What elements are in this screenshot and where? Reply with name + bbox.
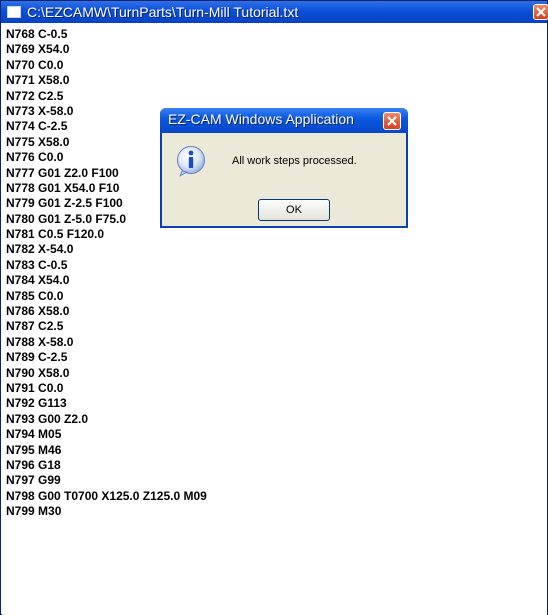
code-line: N794 M05: [6, 427, 62, 442]
code-line: N789 C-2.5: [6, 350, 68, 365]
code-line: N787 C2.5: [6, 319, 64, 334]
code-line: N784 X54.0: [6, 273, 70, 288]
dialog-close-button[interactable]: [383, 112, 401, 130]
window-titlebar[interactable]: C:\EZCAMW\TurnParts\Turn-Mill Tutorial.t…: [1, 1, 548, 23]
dialog-message: All work steps processed.: [232, 155, 357, 167]
code-line: N799 M30: [6, 504, 62, 519]
message-dialog: EZ-CAM Windows Application All work step…: [160, 108, 408, 228]
code-line: N786 X58.0: [6, 304, 70, 319]
code-line: N790 X58.0: [6, 365, 70, 380]
close-icon: [387, 116, 397, 126]
info-icon: [177, 146, 205, 177]
code-listing: N768 C-0.5 N769 X54.0 N770 C0.0 N771 X58.0 N…: [6, 27, 207, 520]
code-line: N783 C-0.5: [6, 257, 68, 272]
code-line: N771 X58.0: [6, 73, 70, 88]
code-line: N769 X54.0: [6, 42, 70, 57]
notepad-icon: [7, 6, 21, 18]
code-line: N772 C2.5: [6, 88, 64, 103]
code-line: N797 G99: [6, 473, 61, 488]
code-line: N781 C0.5 F120.0: [6, 227, 105, 242]
window-close-button[interactable]: [533, 4, 548, 20]
code-line: N782 X-54.0: [6, 242, 74, 257]
close-icon: [536, 7, 546, 17]
window-title: C:\EZCAMW\TurnParts\Turn-Mill Tutorial.t…: [27, 4, 299, 20]
dialog-titlebar[interactable]: EZ-CAM Windows Application: [160, 108, 408, 133]
dialog-title: EZ-CAM Windows Application: [168, 111, 354, 127]
code-line: N793 G00 Z2.0: [6, 411, 89, 426]
code-line: N785 C0.0: [6, 288, 64, 303]
code-line: N798 G00 T0700 X125.0 Z125.0 M09: [6, 488, 207, 503]
code-line: N792 G113: [6, 396, 67, 411]
code-line: N768 C-0.5: [6, 27, 68, 41]
ok-button[interactable]: OK: [258, 199, 330, 221]
code-line: N796 G18: [6, 457, 61, 472]
code-line: N791 C0.0: [6, 380, 64, 395]
text-file-window: C:\EZCAMW\TurnParts\Turn-Mill Tutorial.t…: [0, 0, 548, 615]
code-line: N795 M46: [6, 442, 62, 457]
code-line: N788 X-58.0: [6, 334, 74, 349]
code-line: N770 C0.0: [6, 57, 64, 72]
